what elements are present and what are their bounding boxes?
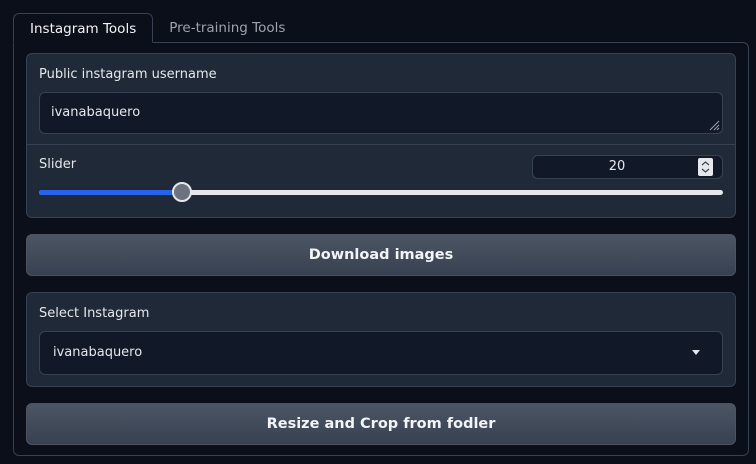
slider-number-input[interactable]: 20 [532, 155, 723, 179]
resize-crop-button[interactable]: Resize and Crop from fodler [26, 403, 736, 445]
tab-bar: Instagram Tools Pre-training Tools [13, 13, 301, 43]
username-label: Public instagram username [39, 67, 217, 82]
slider-fill [39, 190, 182, 195]
slider[interactable] [39, 181, 723, 203]
tab-instagram-tools[interactable]: Instagram Tools [13, 13, 154, 43]
slider-number-value: 20 [608, 159, 626, 174]
resize-handle-icon[interactable] [708, 119, 720, 131]
tab-pre-training-tools[interactable]: Pre-training Tools [153, 13, 301, 43]
slider-track[interactable] [39, 190, 723, 195]
download-images-button[interactable]: Download images [26, 234, 736, 276]
stepper-icon[interactable] [698, 158, 713, 176]
input-group: Public instagram username ivanabaquero S… [26, 53, 736, 218]
chevron-down-icon [692, 350, 700, 355]
slider-thumb[interactable] [171, 182, 192, 202]
select-label: Select Instagram [39, 306, 150, 321]
username-value: ivanabaquero [51, 105, 141, 120]
select-instagram-dropdown[interactable]: ivanabaquero [39, 331, 723, 375]
select-value: ivanabaquero [53, 345, 143, 360]
select-group: Select Instagram ivanabaquero [26, 292, 736, 387]
tab-panel-instagram-tools: Public instagram username ivanabaquero S… [13, 42, 749, 456]
divider [27, 144, 735, 145]
username-input[interactable]: ivanabaquero [39, 92, 723, 134]
tabs-container: Instagram Tools Pre-training Tools Publi… [0, 0, 756, 464]
slider-label: Slider [39, 157, 77, 172]
